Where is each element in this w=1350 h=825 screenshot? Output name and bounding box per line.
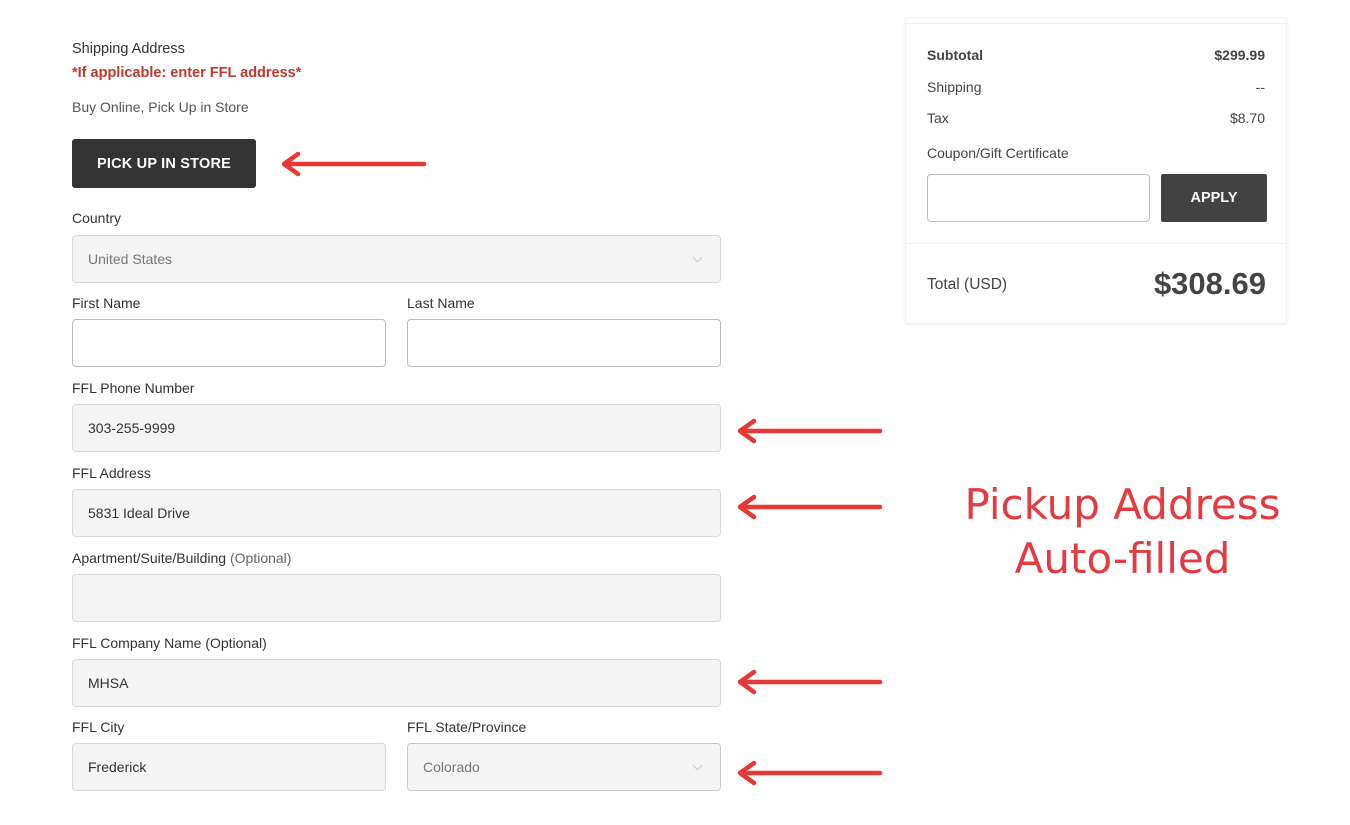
total-label: Total (USD) [927, 276, 1008, 293]
shipping-row: Shipping -- [927, 79, 1265, 95]
first-name-input[interactable] [72, 319, 386, 367]
annotation-text: Pickup Address Auto-filled [935, 478, 1310, 586]
ffl-state-label: FFL State/Province [407, 719, 527, 735]
order-summary: Subtotal $299.99 Shipping -- Tax $8.70 C… [905, 17, 1287, 324]
ffl-address-label: FFL Address [72, 465, 151, 481]
country-label: Country [72, 210, 122, 226]
tax-label: Tax [927, 110, 949, 126]
chevron-down-icon [692, 760, 703, 770]
arrow-left-icon [281, 151, 427, 177]
ffl-state-value: Colorado [423, 759, 480, 775]
pick-up-in-store-button[interactable]: PICK UP IN STORE [72, 139, 256, 188]
subtotal-value: $299.99 [1214, 47, 1265, 63]
ffl-city-input[interactable]: Frederick [72, 743, 386, 791]
annotation-line-1: Pickup Address [964, 480, 1281, 529]
ffl-company-label: FFL Company Name (Optional) [72, 635, 267, 651]
annotation-line-2: Auto-filled [1014, 534, 1231, 583]
coupon-label: Coupon/Gift Certificate [927, 145, 1069, 161]
apartment-label-text: Apartment/Suite/Building [72, 550, 227, 566]
total-value: $308.69 [1153, 266, 1266, 301]
country-value: United States [88, 251, 173, 267]
arrow-left-icon [737, 760, 883, 786]
ffl-state-select[interactable]: Colorado [407, 743, 721, 791]
summary-divider [906, 243, 1286, 244]
country-select[interactable]: United States [72, 235, 721, 283]
ffl-company-input[interactable]: MHSA [72, 659, 721, 707]
summary-top-border [906, 23, 1286, 24]
ffl-phone-label: FFL Phone Number [72, 380, 195, 396]
subtotal-row: Subtotal $299.99 [927, 47, 1265, 63]
apply-coupon-button[interactable]: APPLY [1161, 174, 1267, 222]
chevron-down-icon [692, 252, 703, 262]
arrow-left-icon [737, 494, 883, 520]
coupon-input[interactable] [927, 174, 1150, 222]
first-name-label: First Name [72, 295, 141, 311]
arrow-left-icon [737, 418, 883, 444]
tax-value: $8.70 [1229, 110, 1265, 126]
optional-tag: (Optional) [229, 550, 292, 566]
ffl-phone-input[interactable]: 303-255-9999 [72, 404, 721, 452]
bopis-text: Buy Online, Pick Up in Store [72, 99, 249, 115]
tax-row: Tax $8.70 [927, 110, 1265, 126]
arrow-left-icon [737, 669, 883, 695]
ffl-address-input[interactable]: 5831 Ideal Drive [72, 489, 721, 537]
last-name-input[interactable] [407, 319, 721, 367]
ffl-city-label: FFL City [72, 719, 125, 735]
subtotal-label: Subtotal [927, 47, 983, 63]
shipping-section-title: Shipping Address [72, 41, 185, 57]
apartment-input[interactable] [72, 574, 721, 622]
shipping-label: Shipping [927, 79, 982, 95]
apartment-label: Apartment/Suite/Building (Optional) [72, 550, 291, 566]
last-name-label: Last Name [407, 295, 475, 311]
ffl-note: *If applicable: enter FFL address* [72, 65, 302, 81]
shipping-value: -- [1255, 79, 1265, 95]
